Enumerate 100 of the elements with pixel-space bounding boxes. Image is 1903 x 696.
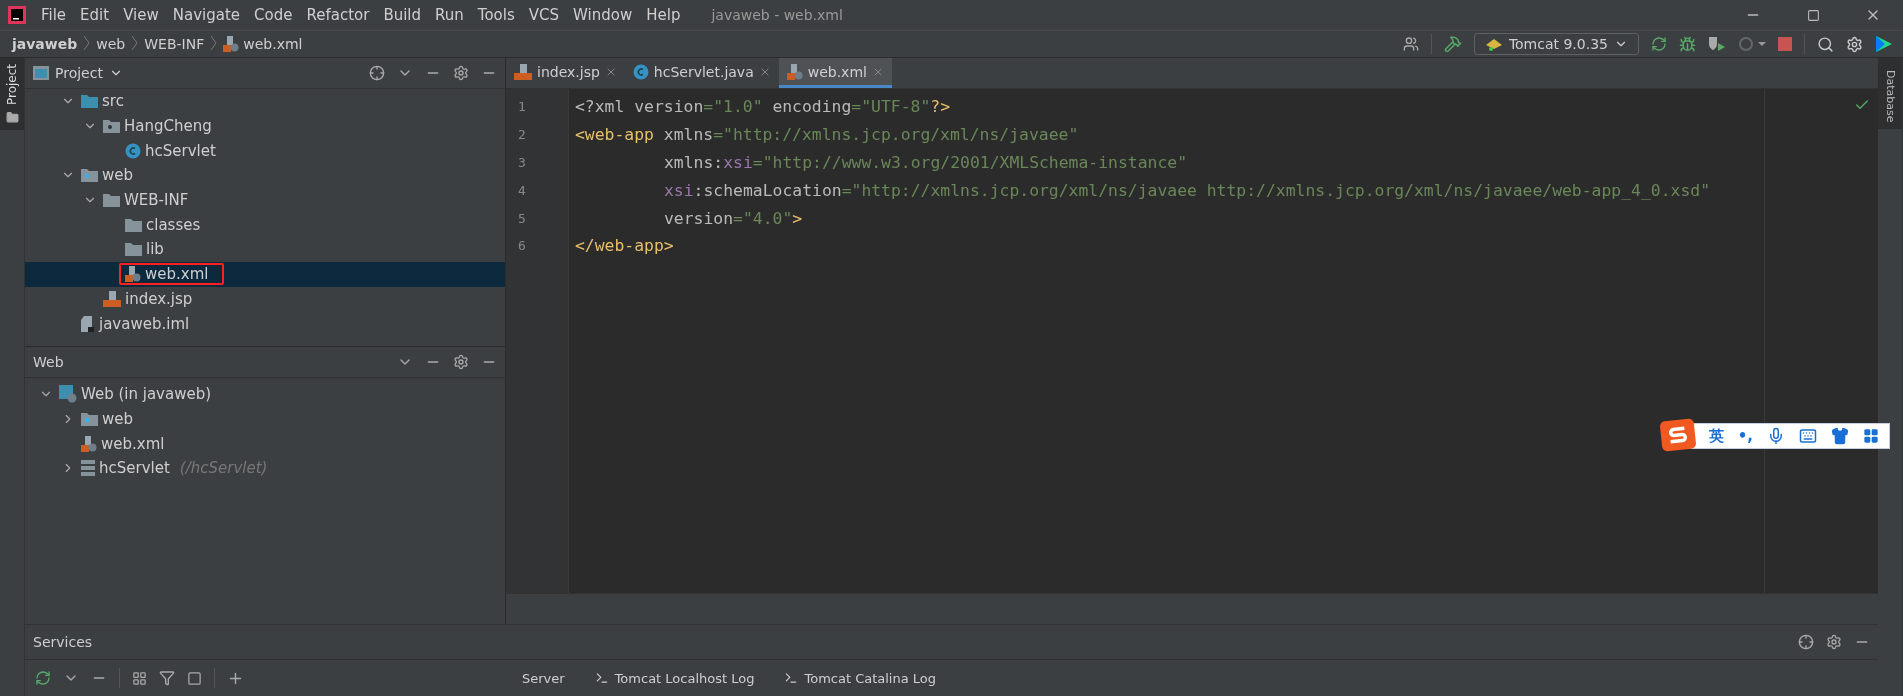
keyboard-icon[interactable] bbox=[1799, 427, 1817, 445]
rerun-icon[interactable] bbox=[1651, 36, 1667, 52]
code-line: <?xml version="1.0" encoding="UTF-8"?> bbox=[575, 96, 952, 119]
tree-row[interactable]: classes bbox=[25, 212, 505, 238]
tree-row[interactable]: WEB-INF bbox=[25, 187, 505, 213]
breadcrumb-item[interactable]: WEB-INF bbox=[144, 36, 205, 52]
line-number: 2 bbox=[518, 127, 526, 143]
tree-label: hcServlet bbox=[99, 459, 170, 478]
tree-row[interactable]: Web (in javaweb) bbox=[25, 381, 505, 407]
tree-row[interactable]: src bbox=[25, 89, 505, 114]
code-line: </web-app> bbox=[575, 235, 675, 258]
class-icon bbox=[125, 142, 141, 159]
locate-crosshair-icon[interactable] bbox=[1798, 634, 1814, 650]
menu-item[interactable]: Edit bbox=[73, 6, 117, 24]
settings-icon[interactable] bbox=[1826, 634, 1842, 650]
run-configuration-dropdown[interactable]: Tomcat 9.0.35 bbox=[1473, 33, 1639, 55]
breadcrumb-item[interactable]: javaweb bbox=[12, 36, 78, 52]
menu-item[interactable]: Navigate bbox=[165, 6, 248, 24]
code-line: version="4.0"> bbox=[663, 207, 804, 230]
group-grid-icon[interactable] bbox=[132, 670, 147, 686]
folder-icon bbox=[5, 111, 19, 125]
menu-item[interactable]: Window bbox=[566, 6, 640, 24]
package-folder-icon bbox=[103, 119, 120, 134]
separator-chevron-icon bbox=[83, 34, 91, 51]
toolbox-logo-icon[interactable] bbox=[1875, 35, 1893, 53]
tree-row[interactable]: web.xml bbox=[25, 261, 505, 287]
menu-item[interactable]: File bbox=[34, 6, 74, 24]
line-number: 3 bbox=[518, 155, 526, 170]
breadcrumb-item[interactable]: web bbox=[96, 36, 126, 52]
tree-row[interactable]: web bbox=[25, 406, 505, 432]
tree-row[interactable]: javaweb.iml bbox=[25, 311, 505, 336]
users-icon[interactable] bbox=[1402, 36, 1419, 52]
menu-item[interactable]: Run bbox=[428, 6, 471, 24]
window-title: javaweb - web.xml bbox=[711, 7, 843, 23]
grid-icon[interactable] bbox=[1863, 428, 1879, 444]
refresh-icon[interactable] bbox=[35, 670, 51, 686]
breadcrumb-item[interactable]: web.xml bbox=[223, 36, 303, 52]
jsp-file-icon bbox=[103, 290, 121, 307]
tree-row[interactable]: web bbox=[25, 163, 505, 188]
module-file-icon bbox=[81, 315, 95, 332]
search-icon[interactable] bbox=[1817, 35, 1834, 53]
profiler-icon[interactable] bbox=[1738, 36, 1766, 52]
debug-bug-icon[interactable] bbox=[1679, 35, 1696, 53]
locate-crosshair-icon[interactable] bbox=[369, 65, 385, 81]
code-line: xmlns:xsi="http://www.w3.org/2001/XMLSchema-instance" bbox=[663, 152, 1189, 174]
tree-row[interactable]: web.xml bbox=[25, 431, 505, 457]
menu-item[interactable]: Build bbox=[376, 6, 429, 24]
tree-row[interactable]: hcServlet bbox=[25, 138, 505, 164]
tomcat-icon bbox=[1484, 37, 1503, 51]
panel-title: Services bbox=[33, 634, 93, 650]
folder-icon bbox=[81, 94, 98, 109]
editor-tab[interactable]: hcServlet.java bbox=[624, 58, 779, 88]
xml-file-icon bbox=[81, 435, 97, 452]
jsp-file-icon bbox=[514, 63, 532, 80]
microphone-icon[interactable] bbox=[1767, 427, 1785, 445]
tree-label: lib bbox=[146, 240, 164, 259]
tree-label: HangCheng bbox=[124, 117, 212, 136]
menu-item[interactable]: View bbox=[116, 6, 166, 24]
tree-label: web bbox=[102, 166, 134, 185]
log-tab[interactable]: Server bbox=[522, 670, 565, 686]
build-hammer-icon[interactable] bbox=[1443, 35, 1462, 53]
maximize-icon[interactable] bbox=[1806, 8, 1820, 22]
line-number: 1 bbox=[518, 99, 526, 115]
tree-label: javaweb.iml bbox=[99, 314, 190, 333]
folder-icon bbox=[125, 217, 142, 232]
menu-item[interactable]: VCS bbox=[521, 6, 567, 24]
console-icon bbox=[784, 671, 799, 685]
database-tool-tab[interactable]: Database bbox=[1878, 58, 1902, 129]
tree-row[interactable]: lib bbox=[25, 237, 505, 262]
coverage-shield-icon[interactable] bbox=[1708, 36, 1726, 52]
menu-item[interactable]: Help bbox=[639, 6, 688, 24]
settings-icon[interactable] bbox=[453, 353, 469, 370]
editor-tab[interactable]: web.xml bbox=[778, 58, 892, 88]
separator-chevron-icon bbox=[131, 34, 139, 51]
tree-row[interactable]: hcServlet (/hcServlet) bbox=[25, 456, 505, 481]
menu-item[interactable]: Tools bbox=[470, 6, 522, 24]
console-icon bbox=[594, 671, 609, 685]
class-icon bbox=[632, 63, 649, 80]
tree-label: WEB-INF bbox=[124, 191, 189, 210]
web-folder-icon bbox=[81, 412, 98, 426]
project-tool-tab[interactable]: Project bbox=[0, 58, 24, 131]
xml-file-icon bbox=[125, 266, 141, 283]
separator-chevron-icon bbox=[210, 34, 218, 51]
input-mode-text: 英 bbox=[1708, 426, 1724, 446]
project-view-dropdown[interactable]: Project bbox=[33, 65, 123, 81]
panel-title: Web bbox=[33, 353, 64, 370]
log-tab[interactable]: Tomcat Catalina Log bbox=[784, 670, 937, 686]
tree-label: web.xml bbox=[101, 434, 165, 453]
code-line: <web-app xmlns="http://xmlns.jcp.org/xml/ns/javaee" bbox=[575, 124, 1080, 147]
filter-icon[interactable] bbox=[159, 670, 175, 686]
settings-icon[interactable] bbox=[1846, 35, 1863, 53]
log-tab[interactable]: Tomcat Localhost Log bbox=[594, 670, 755, 686]
tree-row[interactable]: HangCheng bbox=[25, 113, 505, 139]
xml-file-icon bbox=[786, 63, 803, 80]
editor-tab[interactable]: index.jsp bbox=[506, 58, 625, 88]
menu-item[interactable]: Refactor bbox=[299, 6, 377, 24]
settings-icon[interactable] bbox=[453, 65, 469, 81]
menu-item[interactable]: Code bbox=[247, 6, 300, 24]
tree-row[interactable]: index.jsp bbox=[25, 286, 505, 312]
shirt-icon[interactable] bbox=[1831, 427, 1849, 445]
